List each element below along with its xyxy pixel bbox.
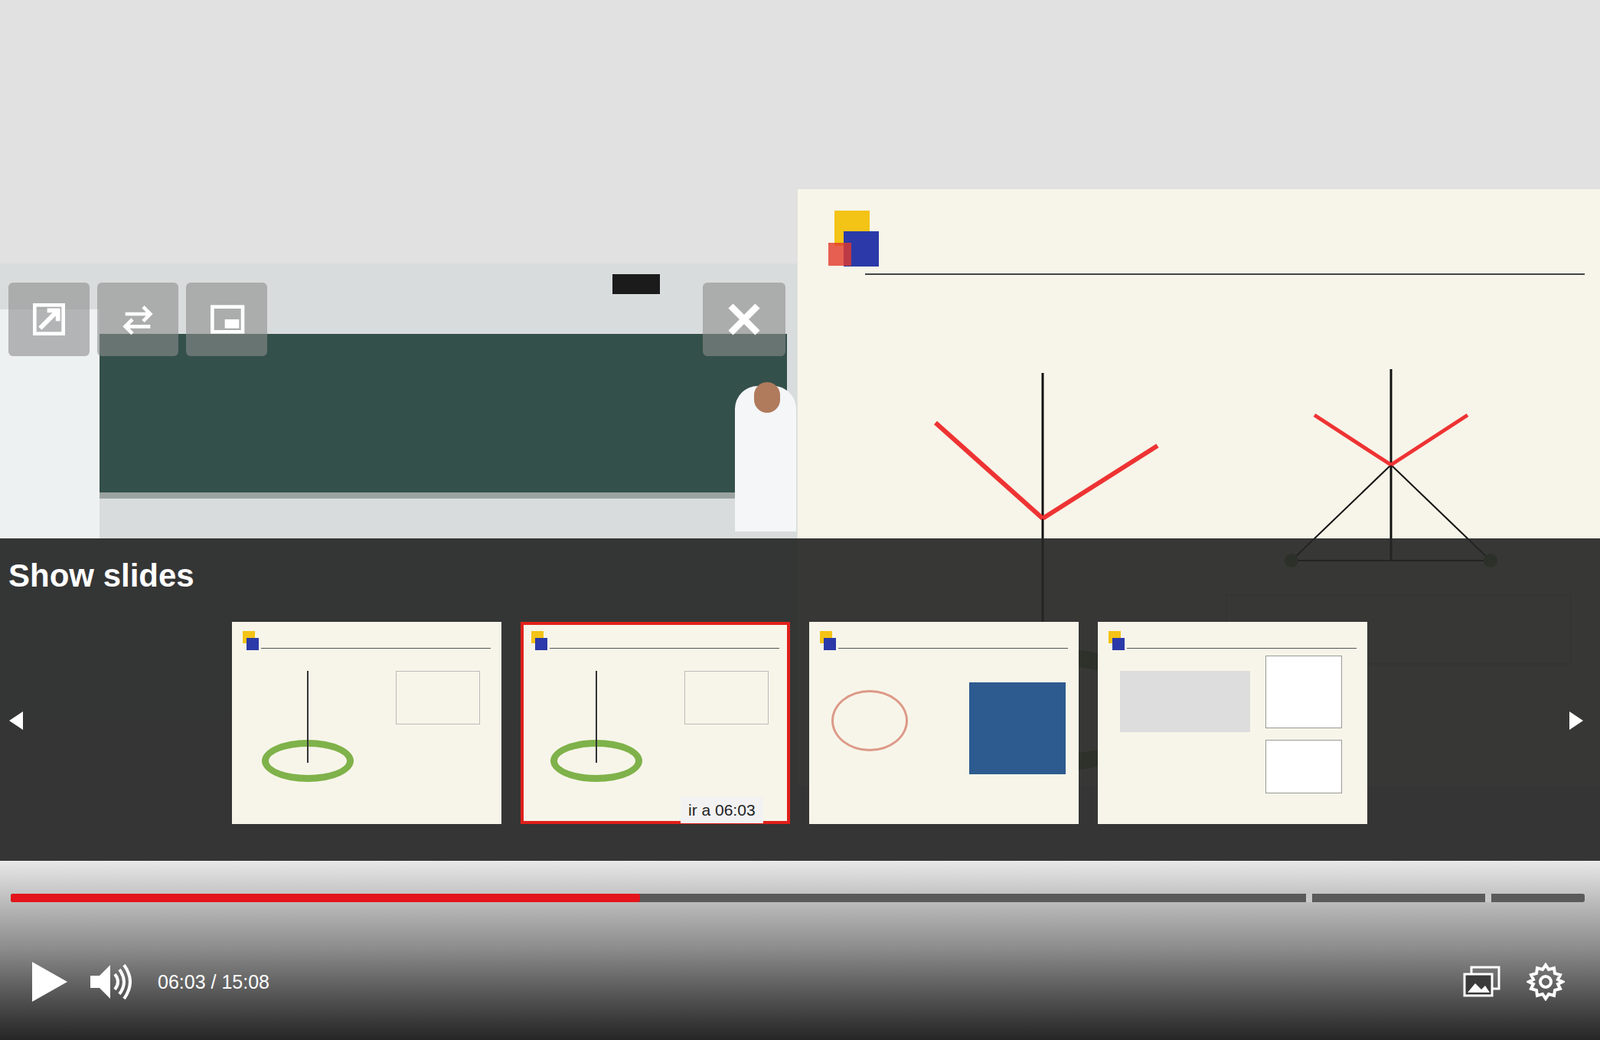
close-button[interactable] xyxy=(702,282,786,356)
time-display: 06:03 / 15:08 xyxy=(157,969,270,995)
chapter-mark xyxy=(1485,893,1492,902)
blackboard xyxy=(90,333,787,499)
slide-thumbnail[interactable]: ir a 06:03 xyxy=(520,621,791,824)
progress-fill xyxy=(10,893,640,902)
chapter-mark xyxy=(1306,893,1313,902)
close-icon xyxy=(721,296,768,343)
play-button[interactable] xyxy=(29,958,71,1005)
lecturer-head xyxy=(754,382,781,413)
panel-title: Show slides xyxy=(8,556,195,595)
right-controls xyxy=(1462,960,1565,1003)
slides-icon xyxy=(1462,964,1503,999)
swap-button[interactable] xyxy=(97,282,179,356)
volume-button[interactable] xyxy=(88,961,132,1002)
settings-button[interactable] xyxy=(1526,962,1565,1001)
prev-arrow-icon[interactable] xyxy=(9,711,23,730)
slide-thumbnail[interactable] xyxy=(231,621,502,824)
slides-button[interactable] xyxy=(1462,964,1503,999)
slide-thumbnail[interactable] xyxy=(809,621,1079,824)
swap-icon xyxy=(116,297,160,341)
slide-thumbnail[interactable] xyxy=(1097,621,1368,824)
speaker-icon xyxy=(88,961,132,1002)
video-controls xyxy=(8,282,268,356)
clock xyxy=(612,274,660,294)
pip-icon xyxy=(205,297,249,341)
expand-button[interactable] xyxy=(8,282,90,356)
tooltip: ir a 06:03 xyxy=(680,796,764,823)
next-arrow-icon[interactable] xyxy=(1569,711,1584,730)
progress-track[interactable] xyxy=(10,893,1585,902)
control-row: 06:03 / 15:08 xyxy=(29,958,270,1005)
play-icon xyxy=(29,958,71,1005)
gear-icon xyxy=(1526,962,1565,1001)
slides-panel: Show slides ir a 06:03 xyxy=(0,538,1600,861)
pip-button[interactable] xyxy=(186,282,268,356)
control-bar: 06:03 / 15:08 xyxy=(0,860,1600,1040)
thumbnail-strip: ir a 06:03 xyxy=(231,621,1368,824)
expand-icon xyxy=(27,297,71,341)
